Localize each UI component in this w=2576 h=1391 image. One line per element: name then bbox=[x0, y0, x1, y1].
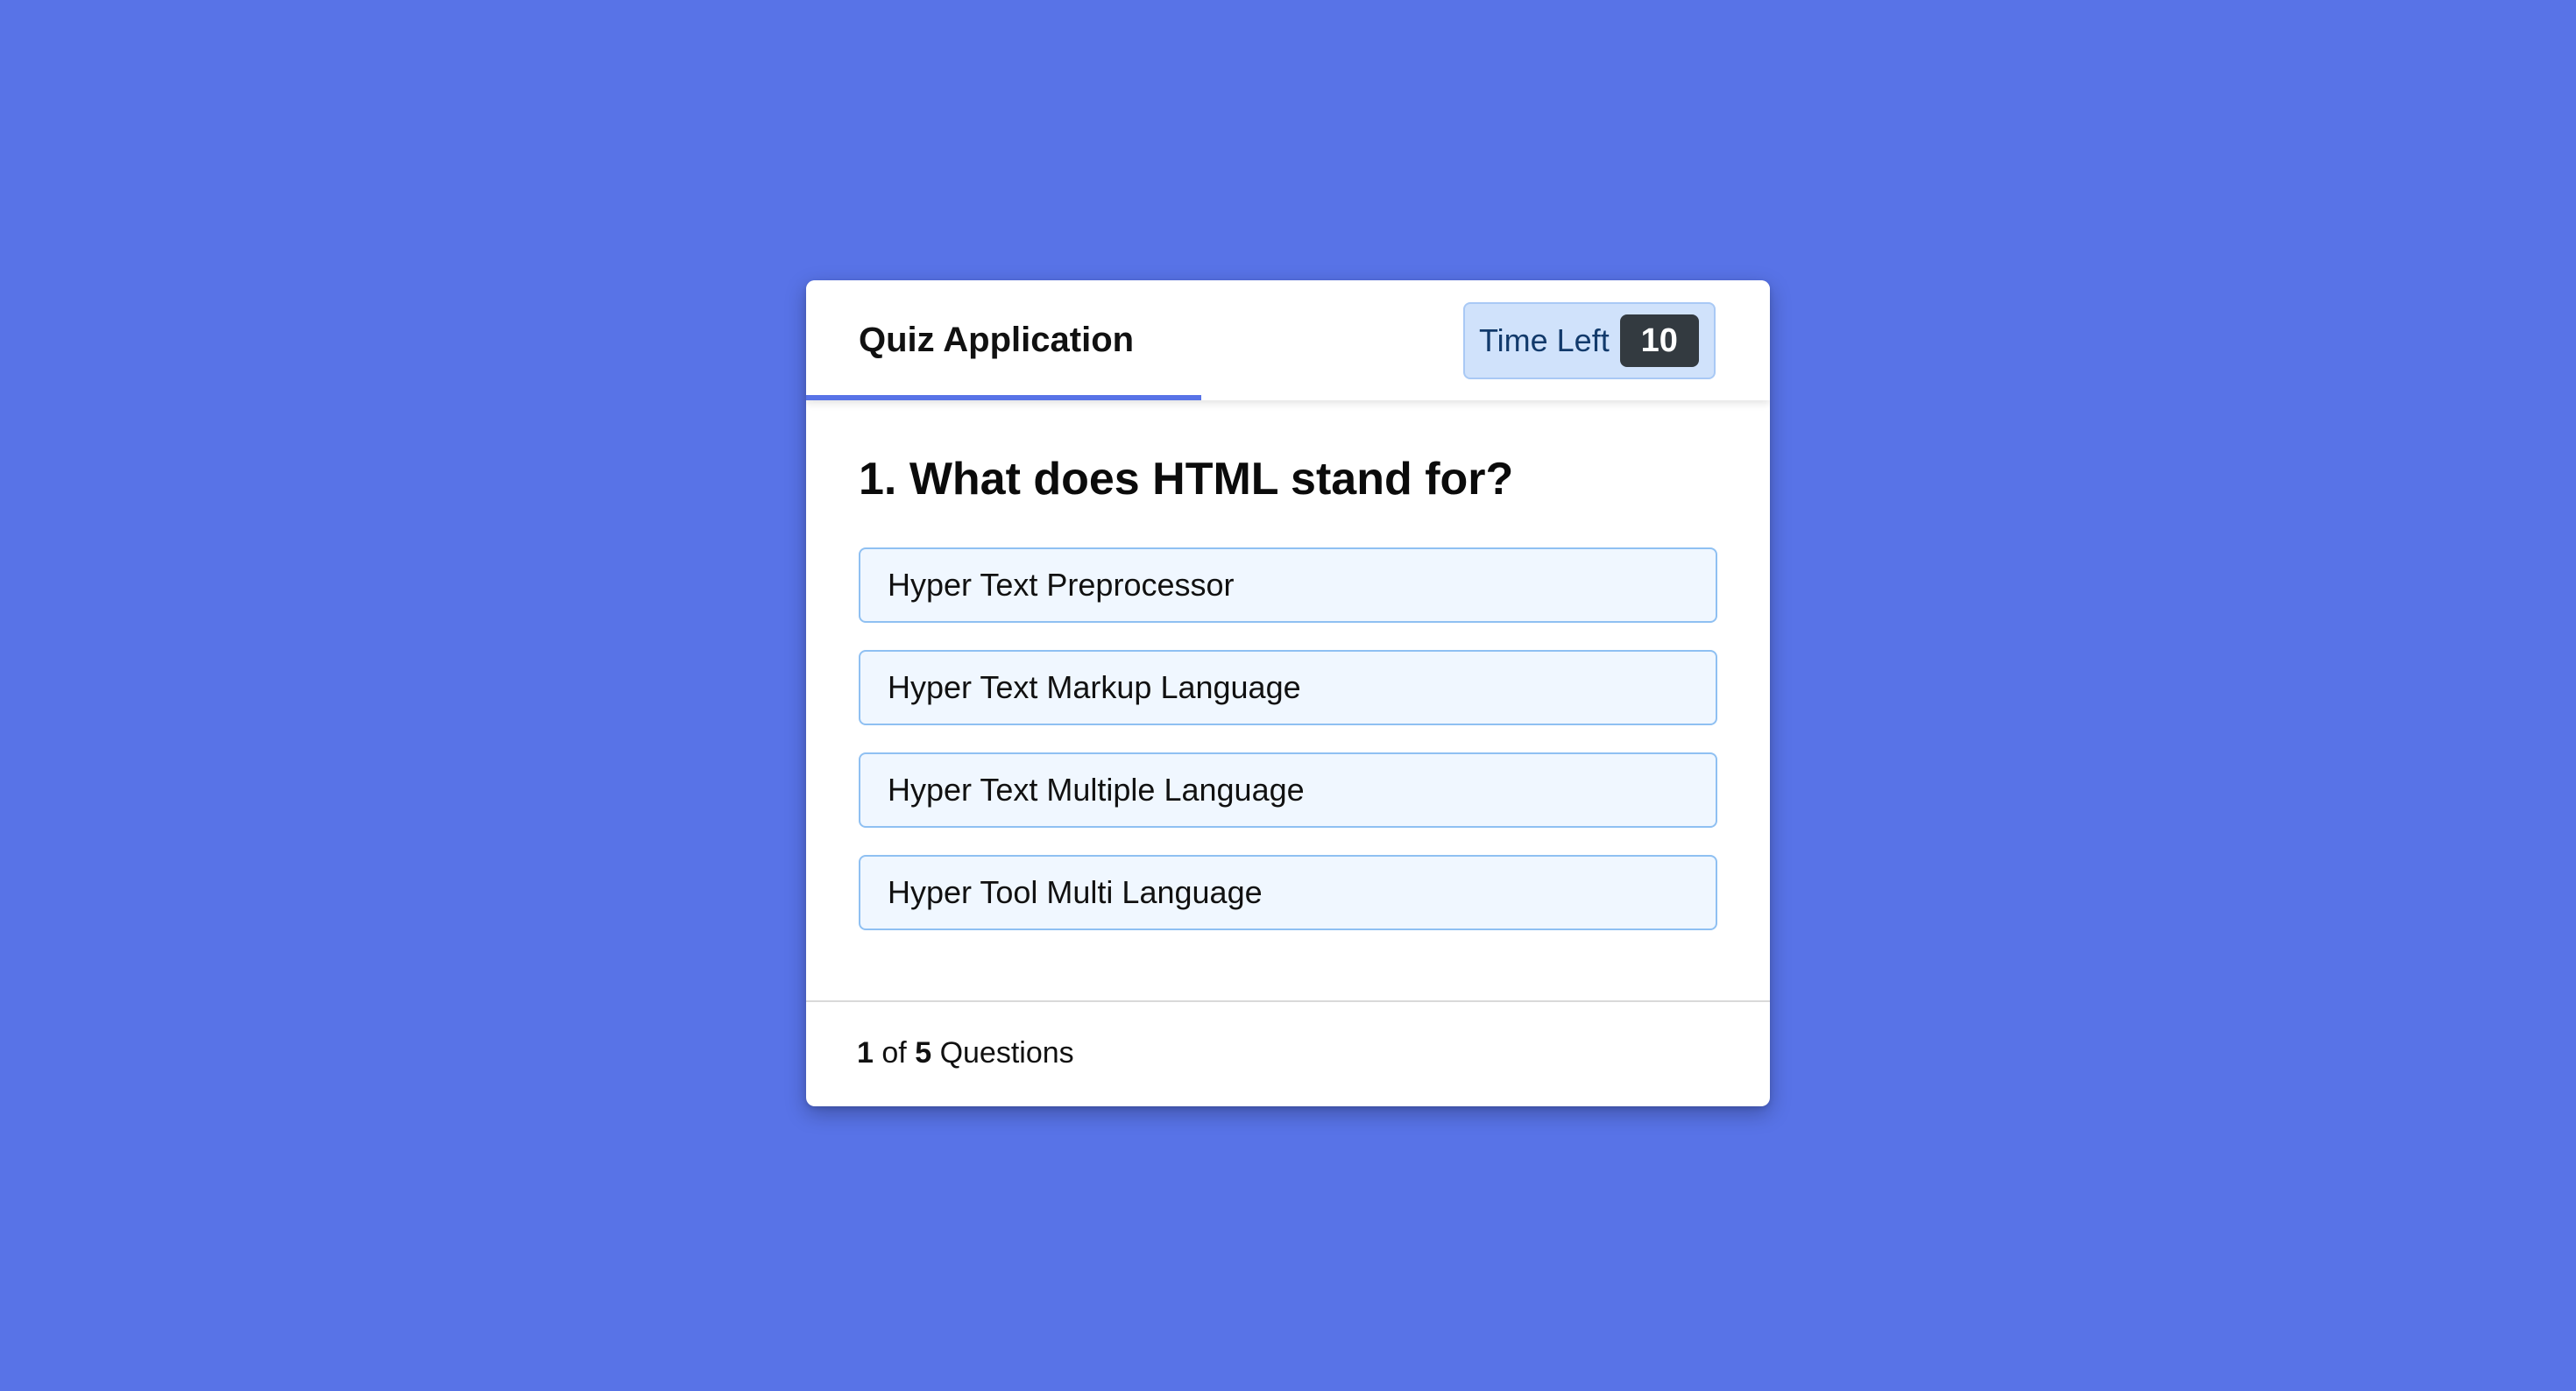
timer: Time Left 10 bbox=[1463, 302, 1716, 379]
option-1[interactable]: Hyper Text Preprocessor bbox=[859, 547, 1717, 623]
option-3[interactable]: Hyper Text Multiple Language bbox=[859, 752, 1717, 828]
quiz-header: Quiz Application Time Left 10 bbox=[806, 280, 1770, 400]
counter-of-label: of bbox=[881, 1036, 907, 1070]
app-title: Quiz Application bbox=[859, 321, 1135, 359]
timer-seconds: 10 bbox=[1619, 314, 1699, 367]
current-question-number: 1 bbox=[857, 1036, 874, 1070]
question-text: 1. What does HTML stand for? bbox=[859, 454, 1514, 505]
option-2[interactable]: Hyper Text Markup Language bbox=[859, 650, 1717, 725]
option-4[interactable]: Hyper Tool Multi Language bbox=[859, 855, 1717, 930]
quiz-card: Quiz Application Time Left 10 1. What do… bbox=[806, 280, 1770, 1106]
counter-questions-label: Questions bbox=[939, 1036, 1074, 1070]
timer-label: Time Left bbox=[1479, 322, 1610, 358]
time-progress-bar bbox=[806, 395, 1201, 400]
quiz-footer: 1 of 5 Questions bbox=[806, 1000, 1770, 1106]
question-counter: 1 of 5 Questions bbox=[857, 1028, 1074, 1077]
total-question-number: 5 bbox=[915, 1036, 932, 1070]
